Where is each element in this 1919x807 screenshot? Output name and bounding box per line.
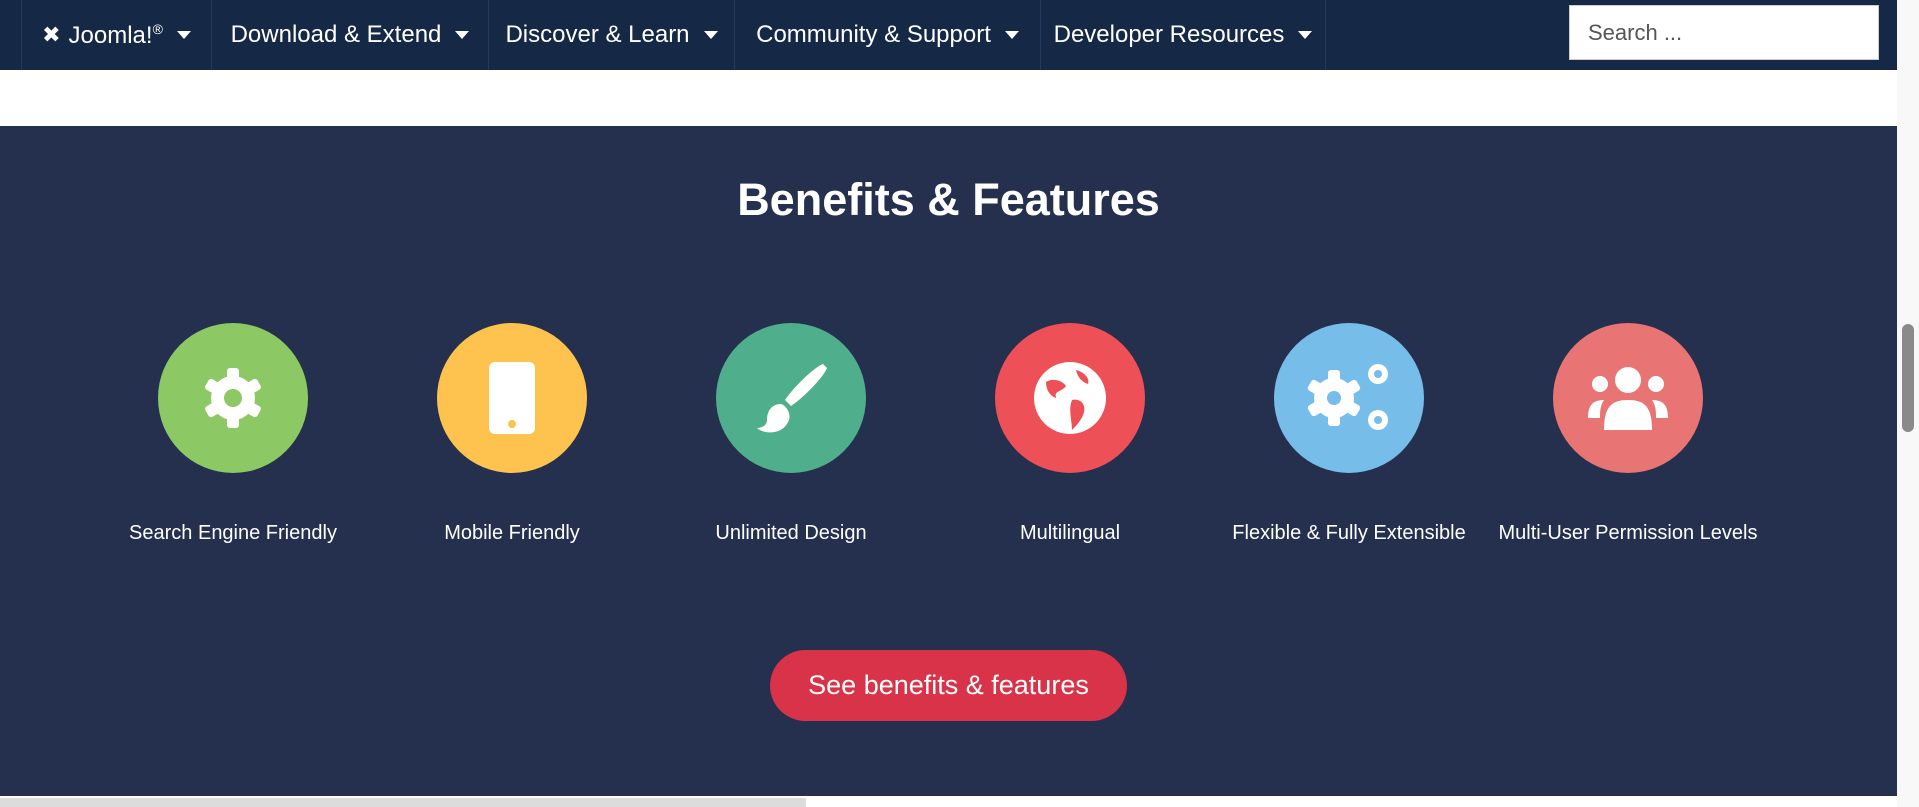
paintbrush-icon [716,323,866,473]
feature-multi-user-permissions: Multi-User Permission Levels [1498,323,1758,548]
chevron-down-icon [1004,31,1019,39]
nav-developer-resources[interactable]: Developer Resources [1040,0,1326,70]
nav-label: Developer Resources [1053,21,1285,48]
feature-label: Unlimited Design [715,522,867,544]
mobile-icon [437,323,587,473]
feature-mobile-friendly: Mobile Friendly [382,323,642,548]
nav-download-extend[interactable]: Download & Extend [211,0,488,70]
horizontal-scrollbar-thumb[interactable] [0,798,806,807]
top-navbar: ✖ Joomla!® Download & Extend Discover & … [0,0,1897,70]
feature-search-engine-friendly: Search Engine Friendly [103,323,363,548]
nav-community-support[interactable]: Community & Support [734,0,1040,70]
feature-unlimited-design: Unlimited Design [661,323,921,548]
chevron-down-icon [455,31,470,39]
feature-label: Multilingual [1019,522,1121,544]
vertical-scrollbar-thumb[interactable] [1902,324,1914,432]
see-benefits-features-button[interactable]: See benefits & features [770,650,1127,721]
nav-discover-learn[interactable]: Discover & Learn [488,0,734,70]
nav-brand-label: Joomla!® [68,20,163,49]
nav-joomla-menu[interactable]: ✖ Joomla!® [21,0,211,70]
chevron-down-icon [176,31,191,39]
feature-label: Multi-User Permission Levels [1498,522,1758,544]
feature-multilingual: Multilingual [940,323,1200,548]
gear-icon [158,323,308,473]
section-title: Benefits & Features [737,174,1160,225]
benefits-features-section: Benefits & Features Search Engine Friend… [0,126,1897,796]
feature-label: Search Engine Friendly [129,522,337,544]
nav-label: Download & Extend [230,21,442,48]
search-input[interactable] [1569,5,1879,60]
chevron-down-icon [1298,31,1313,39]
feature-flexible-extensible: Flexible & Fully Extensible [1219,323,1479,548]
nav-label: Community & Support [756,21,991,48]
nav-label: Discover & Learn [505,21,690,48]
feature-label: Flexible & Fully Extensible [1232,522,1466,544]
feature-label: Mobile Friendly [444,522,580,544]
globe-icon [995,323,1145,473]
chevron-down-icon [703,31,718,39]
joomla-logo-icon: ✖ [42,22,61,47]
gears-icon [1274,323,1424,473]
users-icon [1553,323,1703,473]
